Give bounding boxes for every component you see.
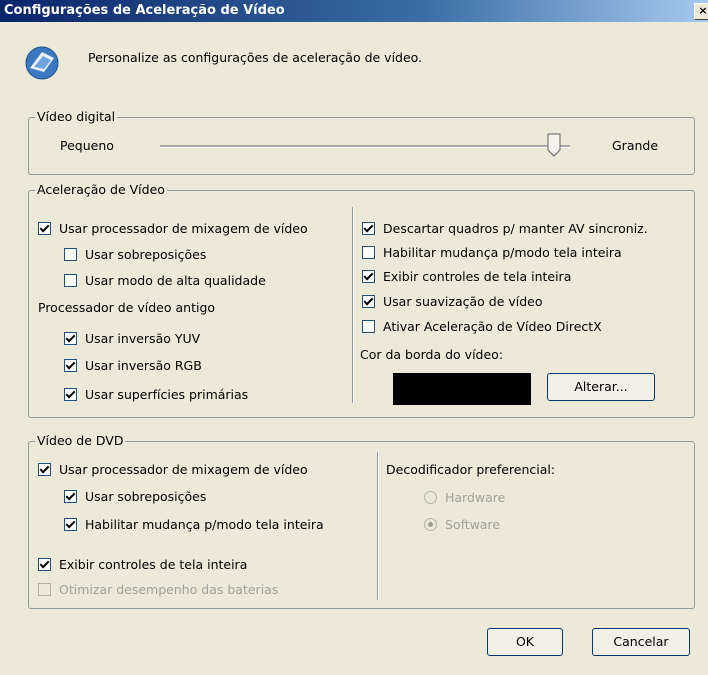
checkbox-box[interactable] — [38, 583, 51, 596]
dvd-fullscreen-controls-label: Exibir controles de tela inteira — [59, 557, 248, 572]
checkbox-box[interactable] — [64, 518, 77, 531]
accel-directx-checkbox[interactable]: Ativar Aceleração de Vídeo DirectX — [362, 319, 602, 334]
accel-directx-label: Ativar Aceleração de Vídeo DirectX — [383, 319, 602, 334]
checkbox-box[interactable] — [64, 388, 77, 401]
checkbox-box[interactable] — [64, 490, 77, 503]
checkbox-box[interactable] — [64, 248, 77, 261]
border-color-swatch — [393, 373, 531, 405]
accel-use-mixer-label: Usar processador de mixagem de vídeo — [59, 221, 308, 236]
border-color-label: Cor da borda do vídeo: — [360, 347, 504, 362]
slider-thumb[interactable] — [547, 133, 561, 157]
accel-high-quality-checkbox[interactable]: Usar modo de alta qualidade — [64, 273, 266, 288]
dvd-use-overlays-label: Usar sobreposições — [85, 489, 207, 504]
decoder-hardware-radio[interactable]: Hardware — [424, 490, 505, 505]
dvd-battery-label: Otimizar desempenho das baterias — [59, 582, 279, 597]
title-bar[interactable]: Configurações de Aceleração de Vídeo × — [0, 0, 708, 22]
accel-fullscreen-controls-label: Exibir controles de tela inteira — [383, 269, 572, 284]
accel-primary-checkbox[interactable]: Usar superfícies primárias — [64, 387, 248, 402]
checkbox-box[interactable] — [362, 295, 375, 308]
decoder-label: Decodificador preferencial: — [386, 462, 556, 477]
checkbox-box[interactable] — [362, 246, 375, 259]
video-digital-legend: Vídeo digital — [35, 109, 118, 124]
slider-large-label: Grande — [612, 138, 659, 153]
dvd-fullscreen-controls-checkbox[interactable]: Exibir controles de tela inteira — [38, 557, 247, 572]
close-button[interactable]: × — [694, 3, 708, 20]
acceleration-separator — [352, 207, 354, 403]
decoder-software-label: Software — [445, 517, 501, 532]
change-color-button[interactable]: Alterar... — [547, 373, 655, 401]
accel-yuv-label: Usar inversão YUV — [85, 331, 201, 346]
accel-primary-label: Usar superfícies primárias — [85, 387, 249, 402]
slider-track[interactable] — [160, 145, 570, 148]
slider-small-label: Pequeno — [60, 138, 114, 153]
cancel-button[interactable]: Cancelar — [592, 628, 690, 656]
dvd-legend: Vídeo de DVD — [35, 433, 126, 448]
accel-high-quality-label: Usar modo de alta qualidade — [85, 273, 266, 288]
dvd-fullscreen-switch-checkbox[interactable]: Habilitar mudança p/modo tela inteira — [64, 517, 324, 532]
video-acceleration-icon — [25, 46, 59, 80]
checkbox-box[interactable] — [362, 222, 375, 235]
accel-fullscreen-switch-checkbox[interactable]: Habilitar mudança p/modo tela inteira — [362, 245, 622, 260]
accel-smoothing-checkbox[interactable]: Usar suavização de vídeo — [362, 294, 543, 309]
accel-use-overlays-checkbox[interactable]: Usar sobreposições — [64, 247, 206, 262]
accel-fullscreen-controls-checkbox[interactable]: Exibir controles de tela inteira — [362, 269, 571, 284]
accel-drop-frames-checkbox[interactable]: Descartar quadros p/ manter AV sincroniz… — [362, 221, 648, 236]
checkbox-box[interactable] — [64, 359, 77, 372]
dvd-fullscreen-switch-label: Habilitar mudança p/modo tela inteira — [85, 517, 324, 532]
checkbox-box[interactable] — [64, 274, 77, 287]
dvd-separator — [377, 452, 379, 600]
window-title: Configurações de Aceleração de Vídeo — [4, 3, 285, 18]
checkbox-box[interactable] — [38, 558, 51, 571]
checkbox-box[interactable] — [38, 222, 51, 235]
accel-rgb-checkbox[interactable]: Usar inversão RGB — [64, 358, 202, 373]
accel-drop-frames-label: Descartar quadros p/ manter AV sincroniz… — [383, 221, 648, 236]
checkbox-box[interactable] — [64, 332, 77, 345]
accel-smoothing-label: Usar suavização de vídeo — [383, 294, 543, 309]
radio-circle[interactable] — [424, 491, 437, 504]
radio-circle[interactable] — [424, 518, 437, 531]
checkbox-box[interactable] — [38, 463, 51, 476]
dvd-use-mixer-checkbox[interactable]: Usar processador de mixagem de vídeo — [38, 462, 308, 477]
header-text: Personalize as configurações de aceleraç… — [88, 50, 423, 65]
dialog-window: Configurações de Aceleração de Vídeo × P… — [0, 0, 708, 675]
accel-use-mixer-checkbox[interactable]: Usar processador de mixagem de vídeo — [38, 221, 308, 236]
ok-button[interactable]: OK — [487, 628, 563, 656]
dvd-use-mixer-label: Usar processador de mixagem de vídeo — [59, 462, 308, 477]
decoder-hardware-label: Hardware — [445, 490, 506, 505]
accel-use-overlays-label: Usar sobreposições — [85, 247, 207, 262]
legacy-processor-label: Processador de vídeo antigo — [38, 300, 216, 315]
accel-rgb-label: Usar inversão RGB — [85, 358, 202, 373]
decoder-software-radio[interactable]: Software — [424, 517, 500, 532]
checkbox-box[interactable] — [362, 270, 375, 283]
dvd-use-overlays-checkbox[interactable]: Usar sobreposições — [64, 489, 206, 504]
accel-fullscreen-switch-label: Habilitar mudança p/modo tela inteira — [383, 245, 622, 260]
accel-yuv-checkbox[interactable]: Usar inversão YUV — [64, 331, 200, 346]
acceleration-legend: Aceleração de Vídeo — [35, 182, 167, 197]
checkbox-box[interactable] — [362, 320, 375, 333]
dvd-battery-checkbox[interactable]: Otimizar desempenho das baterias — [38, 582, 278, 597]
